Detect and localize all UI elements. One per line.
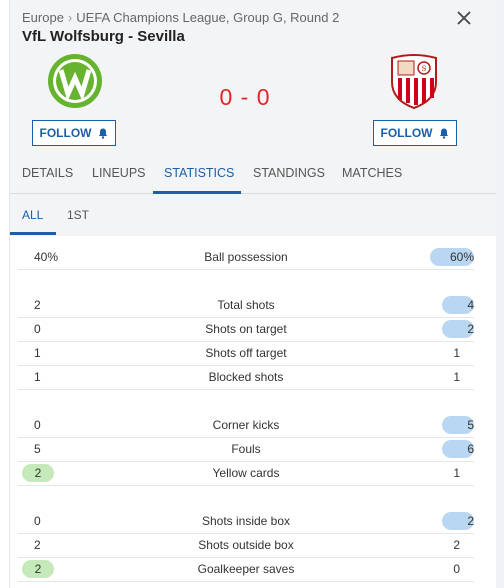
match-tabs: DETAILS LINEUPS STATISTICS STANDINGS MAT… bbox=[10, 162, 496, 194]
stat-away-value: 2 bbox=[442, 512, 474, 530]
stat-row-blocked-shots: 1 Blocked shots 1 bbox=[18, 366, 474, 390]
period-tabs: ALL 1ST bbox=[10, 196, 496, 236]
sevilla-logo: S bbox=[391, 54, 437, 110]
stat-row-goalkeeper-saves: 2 Goalkeeper saves 0 bbox=[18, 558, 474, 582]
follow-away-button[interactable]: FOLLOW bbox=[373, 120, 457, 146]
left-edge bbox=[0, 0, 10, 588]
tab-matches[interactable]: MATCHES bbox=[342, 166, 402, 194]
subtab-1st[interactable]: 1ST bbox=[67, 208, 89, 222]
breadcrumb: Europe › UEFA Champions League, Group G, R… bbox=[22, 10, 339, 25]
bell-icon bbox=[99, 128, 108, 139]
stat-label: Ball possession bbox=[204, 250, 288, 264]
stat-row-corner-kicks: 0 Corner kicks 5 bbox=[18, 414, 474, 438]
stat-away-value: 1 bbox=[453, 466, 460, 480]
stat-label: Total shots bbox=[217, 298, 275, 312]
breadcrumb-competition[interactable]: UEFA Champions League, Group G, Round 2 bbox=[76, 10, 339, 25]
stat-label: Blocked shots bbox=[208, 370, 284, 384]
stat-row-shots-off-target: 1 Shots off target 1 bbox=[18, 342, 474, 366]
tab-statistics[interactable]: STATISTICS bbox=[164, 166, 234, 194]
match-panel: Europe › UEFA Champions League, Group G, R… bbox=[10, 0, 496, 588]
stat-away-value: 6 bbox=[442, 440, 474, 458]
stat-away-value: 4 bbox=[442, 296, 474, 314]
close-icon[interactable] bbox=[456, 10, 472, 26]
stat-row-yellow-cards: 2 Yellow cards 1 bbox=[18, 462, 474, 486]
follow-home-label: FOLLOW bbox=[39, 126, 92, 140]
follow-home-button[interactable]: FOLLOW bbox=[32, 120, 116, 146]
match-title: VfL Wolfsburg - Sevilla bbox=[22, 28, 185, 45]
stat-away-value: 60% bbox=[430, 248, 474, 266]
follow-away-label: FOLLOW bbox=[380, 126, 433, 140]
stat-label: Shots outside box bbox=[198, 538, 294, 552]
stat-row-shots-outside-box: 2 Shots outside box 2 bbox=[18, 534, 474, 558]
tab-standings[interactable]: STANDINGS bbox=[253, 166, 325, 194]
stat-away-value: 1 bbox=[453, 370, 460, 384]
tab-details[interactable]: DETAILS bbox=[22, 166, 73, 194]
stat-away-value: 0 bbox=[453, 562, 460, 576]
stat-label: Shots inside box bbox=[201, 514, 291, 528]
subtab-all[interactable]: ALL bbox=[22, 208, 43, 222]
stat-row-fouls: 5 Fouls 6 bbox=[18, 438, 474, 462]
stat-away-value: 5 bbox=[442, 416, 474, 434]
stat-label: Yellow cards bbox=[212, 466, 280, 480]
stat-away-value: 2 bbox=[442, 320, 474, 338]
stat-row-shots-on-target: 0 Shots on target 2 bbox=[18, 318, 474, 342]
stat-away-value: 1 bbox=[453, 346, 460, 360]
stat-label: Shots on target bbox=[205, 322, 287, 336]
stat-label: Goalkeeper saves bbox=[197, 562, 295, 576]
stat-row-shots-inside-box: 0 Shots inside box 2 bbox=[18, 510, 474, 534]
active-subtab-indicator bbox=[10, 232, 56, 235]
svg-text:S: S bbox=[422, 65, 427, 73]
stat-label: Shots off target bbox=[205, 346, 287, 360]
active-tab-indicator bbox=[153, 191, 241, 194]
bell-icon bbox=[440, 128, 449, 139]
score: 0 - 0 bbox=[219, 84, 271, 110]
stat-row-ball-possession: 40% Ball possession 60% bbox=[18, 246, 474, 270]
stat-row-total-shots: 2 Total shots 4 bbox=[18, 294, 474, 318]
breadcrumb-separator: › bbox=[67, 10, 73, 25]
stat-label: Fouls bbox=[231, 442, 261, 456]
breadcrumb-region[interactable]: Europe bbox=[22, 10, 64, 25]
scrollbar-track[interactable] bbox=[496, 0, 504, 588]
tab-lineups[interactable]: LINEUPS bbox=[92, 166, 146, 194]
match-header: Europe › UEFA Champions League, Group G, R… bbox=[10, 0, 496, 236]
wolfsburg-logo bbox=[48, 54, 102, 108]
stat-away-value: 2 bbox=[453, 538, 460, 552]
stat-label: Corner kicks bbox=[212, 418, 280, 432]
